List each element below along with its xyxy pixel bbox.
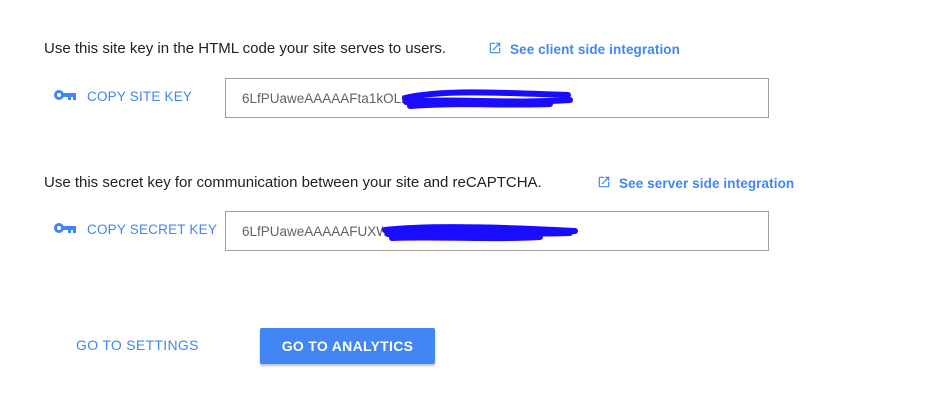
copy-site-key-label: COPY SITE KEY bbox=[87, 89, 193, 104]
secret-key-value: 6LfPUaweAAAAAFUXW bbox=[242, 223, 390, 239]
secret-key-redaction bbox=[382, 224, 578, 242]
secret-key-description: Use this secret key for communication be… bbox=[44, 174, 542, 191]
site-key-value: 6LfPUaweAAAAAFta1kOLn bbox=[242, 90, 409, 106]
server-side-integration-link[interactable]: See server side integration bbox=[597, 175, 794, 192]
server-side-integration-label: See server side integration bbox=[619, 176, 795, 191]
go-to-analytics-button[interactable]: GO TO ANALYTICS bbox=[260, 328, 435, 364]
copy-secret-key-label: COPY SECRET KEY bbox=[87, 222, 218, 237]
client-side-integration-link[interactable]: See client side integration bbox=[488, 41, 680, 58]
key-icon bbox=[53, 89, 77, 104]
copy-site-key-button[interactable]: COPY SITE KEY bbox=[53, 89, 192, 104]
client-side-integration-label: See client side integration bbox=[510, 42, 680, 57]
site-key-description: Use this site key in the HTML code your … bbox=[44, 40, 447, 57]
site-key-redaction bbox=[402, 89, 573, 109]
go-to-settings-button[interactable]: GO TO SETTINGS bbox=[76, 337, 199, 353]
copy-secret-key-button[interactable]: COPY SECRET KEY bbox=[53, 222, 217, 237]
key-icon bbox=[53, 222, 77, 237]
open-in-new-icon bbox=[488, 41, 502, 58]
open-in-new-icon bbox=[597, 175, 611, 192]
